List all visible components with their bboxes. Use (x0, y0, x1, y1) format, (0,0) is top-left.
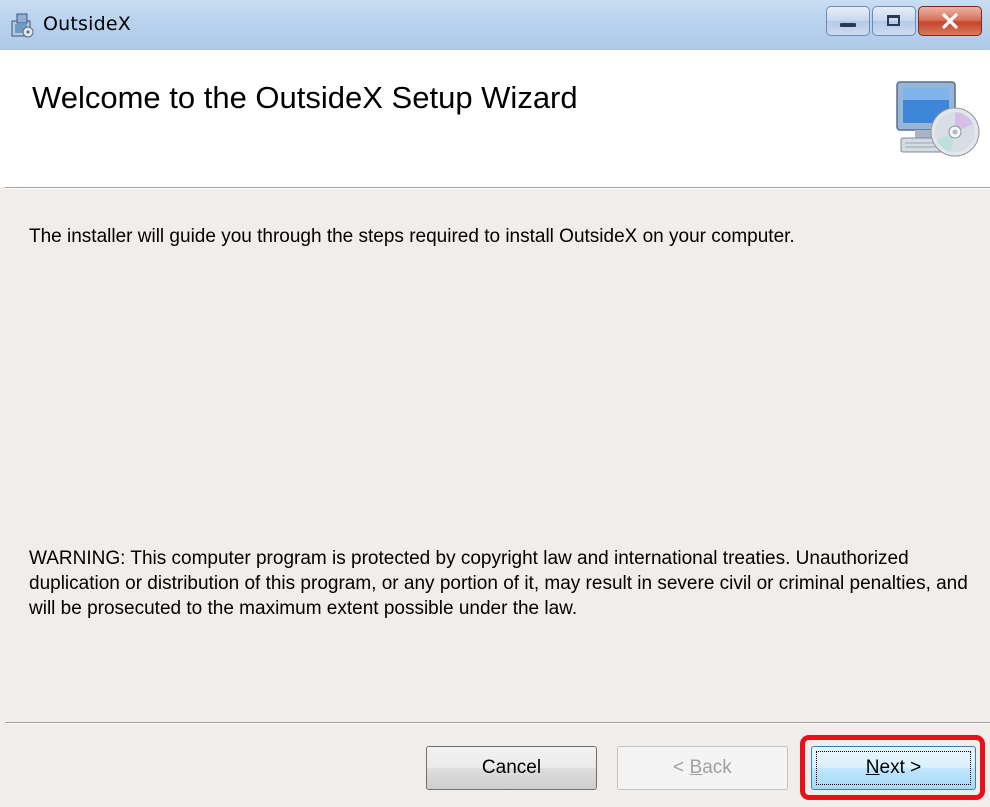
close-button[interactable] (918, 6, 982, 36)
copyright-warning: WARNING: This computer program is protec… (29, 548, 968, 619)
computer-cd-icon (896, 81, 980, 157)
cancel-button[interactable]: Cancel (426, 746, 597, 790)
title-bar[interactable]: OutsideX (0, 0, 990, 50)
setup-wizard-window: OutsideX Welcome to the OutsideX Setup W… (0, 0, 990, 807)
wizard-header: Welcome to the OutsideX Setup Wizard (0, 50, 990, 187)
close-icon (919, 7, 981, 35)
header-divider (5, 187, 990, 189)
window-title: OutsideX (43, 13, 131, 35)
page-title: Welcome to the OutsideX Setup Wizard (32, 80, 578, 115)
cancel-button-label: Cancel (481, 757, 542, 778)
back-arrow: < (673, 757, 690, 778)
intro-text: The installer will guide you through the… (29, 226, 795, 247)
installer-icon (11, 13, 34, 38)
focus-ring (816, 751, 971, 785)
footer-divider (5, 722, 990, 724)
back-mnemonic: B (689, 757, 703, 778)
maximize-icon (887, 15, 900, 26)
minimize-button[interactable] (826, 6, 870, 36)
next-button[interactable]: Next > (811, 746, 976, 790)
minimize-icon (840, 23, 856, 27)
back-label-rest: ack (702, 757, 732, 778)
back-button[interactable]: < Back (617, 746, 788, 790)
maximize-button[interactable] (872, 6, 916, 36)
